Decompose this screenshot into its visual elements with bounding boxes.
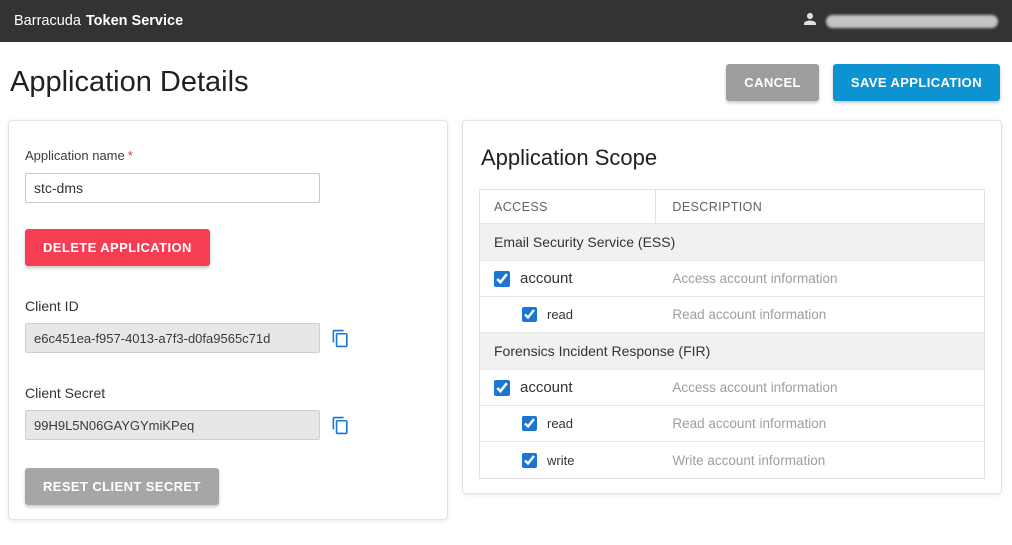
- required-asterisk: *: [128, 148, 133, 163]
- copy-client-id-button[interactable]: [331, 329, 350, 348]
- brand-product: Token Service: [86, 13, 183, 29]
- brand-name: Barracuda: [14, 13, 81, 29]
- scope-row-ess-account: account Access account information: [480, 261, 984, 297]
- scope-description: Read account information: [656, 406, 984, 441]
- application-details-card: Application name* DELETE APPLICATION Cli…: [8, 120, 448, 520]
- checkbox-fir-account[interactable]: [494, 380, 510, 396]
- scope-row-ess-read: read Read account information: [480, 297, 984, 333]
- user-area[interactable]: [801, 10, 998, 33]
- scope-table-header: ACCESS DESCRIPTION: [480, 190, 984, 224]
- checkbox-fir-read[interactable]: [522, 416, 537, 431]
- header-actions: CANCEL SAVE APPLICATION: [726, 64, 1000, 101]
- client-id-value[interactable]: [25, 323, 320, 353]
- scope-access-cell: write: [480, 442, 656, 478]
- reset-client-secret-button[interactable]: RESET CLIENT SECRET: [25, 468, 219, 505]
- copy-icon: [331, 336, 350, 351]
- copy-icon: [331, 423, 350, 438]
- scope-group-ess: Email Security Service (ESS): [480, 224, 984, 261]
- scope-title: Application Scope: [481, 145, 985, 171]
- scope-access-cell: read: [480, 406, 656, 441]
- scope-access-cell: read: [480, 297, 656, 332]
- application-name-label: Application name*: [25, 148, 133, 163]
- application-name-input[interactable]: [25, 173, 320, 203]
- application-name-label-text: Application name: [25, 148, 125, 163]
- page-header: Application Details CANCEL SAVE APPLICAT…: [0, 42, 1012, 101]
- checkbox-ess-read[interactable]: [522, 307, 537, 322]
- scope-access-label: account: [520, 270, 573, 287]
- column-header-access: ACCESS: [480, 190, 656, 223]
- scope-description: Read account information: [656, 297, 984, 332]
- user-icon: [801, 10, 819, 33]
- client-secret-row: [25, 410, 431, 440]
- scope-access-cell: account: [480, 261, 656, 296]
- save-application-button[interactable]: SAVE APPLICATION: [833, 64, 1000, 101]
- client-id-row: [25, 323, 431, 353]
- checkbox-fir-write[interactable]: [522, 453, 537, 468]
- scope-group-fir: Forensics Incident Response (FIR): [480, 333, 984, 370]
- scope-description: Access account information: [656, 261, 984, 296]
- checkbox-ess-account[interactable]: [494, 271, 510, 287]
- brand: Barracuda Token Service: [14, 13, 183, 29]
- scope-access-label: write: [547, 453, 574, 468]
- scope-row-fir-account: account Access account information: [480, 370, 984, 406]
- client-secret-label: Client Secret: [25, 385, 431, 401]
- app-bar: Barracuda Token Service: [0, 0, 1012, 42]
- user-name-redacted: [826, 15, 998, 28]
- scope-access-label: read: [547, 416, 573, 431]
- column-header-description: DESCRIPTION: [656, 190, 984, 223]
- client-secret-value[interactable]: [25, 410, 320, 440]
- client-id-label: Client ID: [25, 298, 431, 314]
- scope-access-label: account: [520, 379, 573, 396]
- page-title: Application Details: [10, 66, 249, 99]
- scope-access-label: read: [547, 307, 573, 322]
- cancel-button[interactable]: CANCEL: [726, 64, 819, 101]
- scope-access-cell: account: [480, 370, 656, 405]
- content: Application name* DELETE APPLICATION Cli…: [0, 101, 1012, 520]
- application-scope-card: Application Scope ACCESS DESCRIPTION Ema…: [462, 120, 1002, 494]
- scope-description: Write account information: [656, 442, 984, 478]
- copy-client-secret-button[interactable]: [331, 416, 350, 435]
- scope-row-fir-read: read Read account information: [480, 406, 984, 442]
- scope-description: Access account information: [656, 370, 984, 405]
- scope-row-fir-write: write Write account information: [480, 442, 984, 478]
- scope-table: ACCESS DESCRIPTION Email Security Servic…: [479, 189, 985, 479]
- delete-application-button[interactable]: DELETE APPLICATION: [25, 229, 210, 266]
